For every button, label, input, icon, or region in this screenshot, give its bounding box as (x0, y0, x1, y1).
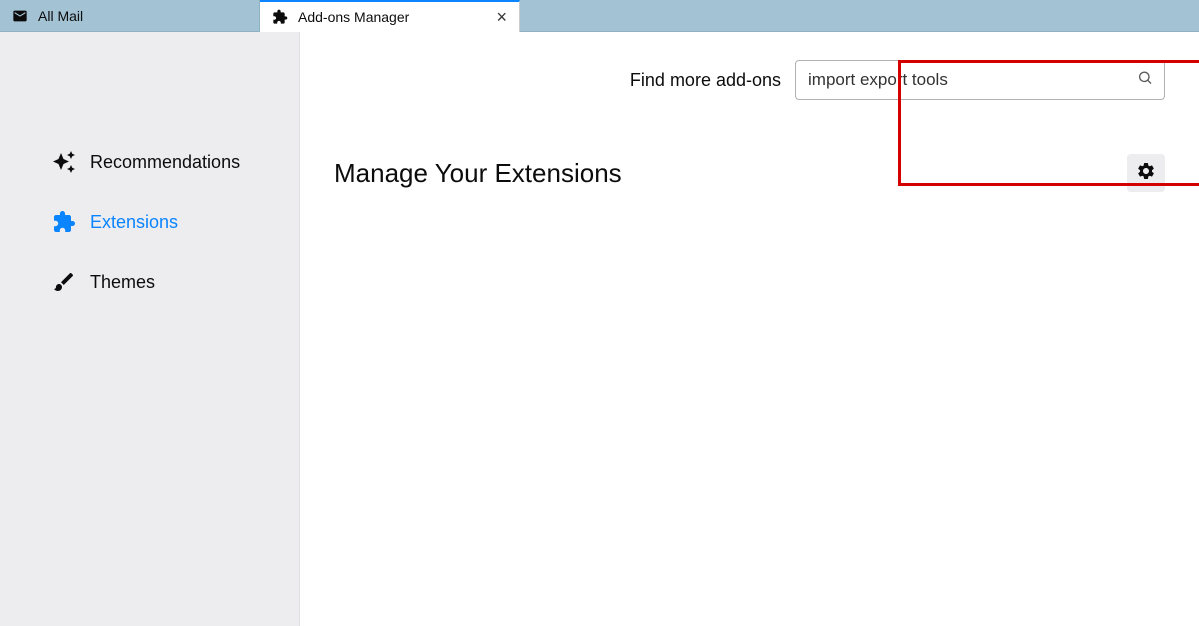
sidebar-item-label: Extensions (90, 212, 178, 233)
puzzle-icon (272, 9, 288, 25)
tab-all-mail[interactable]: All Mail (0, 0, 260, 32)
main-area: Recommendations Extensions Themes Find m… (0, 32, 1199, 626)
heading-row: Manage Your Extensions (334, 154, 1165, 192)
search-wrap (795, 60, 1165, 100)
search-label: Find more add-ons (630, 70, 781, 91)
content: Find more add-ons Manage Your Extensions (300, 32, 1199, 626)
search-input[interactable] (795, 60, 1165, 100)
sidebar-item-themes[interactable]: Themes (0, 252, 299, 312)
tab-label: Add-ons Manager (298, 9, 409, 25)
mail-icon (12, 8, 28, 24)
tab-bar-space (520, 0, 1199, 32)
brush-icon (52, 270, 76, 294)
gear-icon (1136, 161, 1156, 186)
sidebar: Recommendations Extensions Themes (0, 32, 300, 626)
tab-label: All Mail (38, 8, 83, 24)
puzzle-icon (52, 210, 76, 234)
sparkle-icon (52, 150, 76, 174)
search-icon[interactable] (1137, 70, 1153, 91)
sidebar-item-recommendations[interactable]: Recommendations (0, 132, 299, 192)
tab-bar: All Mail Add-ons Manager × (0, 0, 1199, 32)
sidebar-item-label: Themes (90, 272, 155, 293)
page-title: Manage Your Extensions (334, 158, 622, 189)
search-row: Find more add-ons (334, 60, 1165, 100)
settings-button[interactable] (1127, 154, 1165, 192)
sidebar-item-label: Recommendations (90, 152, 240, 173)
sidebar-item-extensions[interactable]: Extensions (0, 192, 299, 252)
close-icon[interactable]: × (496, 7, 507, 28)
tab-addons-manager[interactable]: Add-ons Manager × (260, 0, 520, 32)
